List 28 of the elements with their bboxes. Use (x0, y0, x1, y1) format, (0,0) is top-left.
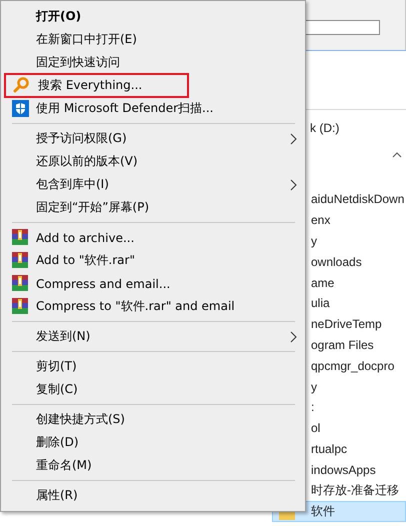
menu-item[interactable]: 在新窗口中打开(E) (3, 28, 303, 51)
menu-item[interactable]: 还原以前的版本(V) (3, 150, 303, 173)
menu-item[interactable]: Compress to "软件.rar" and email (3, 295, 303, 318)
menu-item[interactable]: 使用 Microsoft Defender扫描... (3, 97, 303, 120)
menu-item[interactable]: 搜索 Everything... (5, 74, 188, 97)
menu-item[interactable]: 固定到快速访问 (3, 51, 303, 74)
drive-label[interactable]: k (D:) (310, 121, 340, 135)
books-stack-icon (12, 298, 28, 314)
chevron-up-icon[interactable] (392, 152, 402, 158)
menu-item[interactable]: Compress and email... (3, 272, 303, 295)
menu-item[interactable]: 重命名(M) (3, 454, 303, 477)
menu-item[interactable]: 创建快捷方式(S) (3, 408, 303, 431)
menu-item[interactable]: Add to archive... (3, 226, 303, 249)
menu-item[interactable]: 剪切(T) (3, 355, 303, 378)
menu-item[interactable]: 复制(C) (3, 378, 303, 401)
shield-icon (12, 100, 29, 117)
books-stack-icon (12, 275, 28, 291)
menu-item[interactable]: 授予访问权限(G) (3, 127, 303, 150)
menu-item[interactable]: 固定到“开始”屏幕(P) (3, 196, 303, 219)
menu-item[interactable]: 删除(D) (3, 431, 303, 454)
menu-item[interactable]: 打开(O) (3, 5, 303, 28)
menu-item[interactable]: 发送到(N) (3, 325, 303, 348)
books-stack-icon (12, 252, 28, 268)
menu-item[interactable]: Add to "软件.rar" (3, 249, 303, 272)
input-field[interactable] (304, 20, 380, 35)
menu-item[interactable]: 包含到库中(I) (3, 173, 303, 196)
magnifier-icon (13, 77, 29, 93)
books-stack-icon (12, 229, 28, 245)
